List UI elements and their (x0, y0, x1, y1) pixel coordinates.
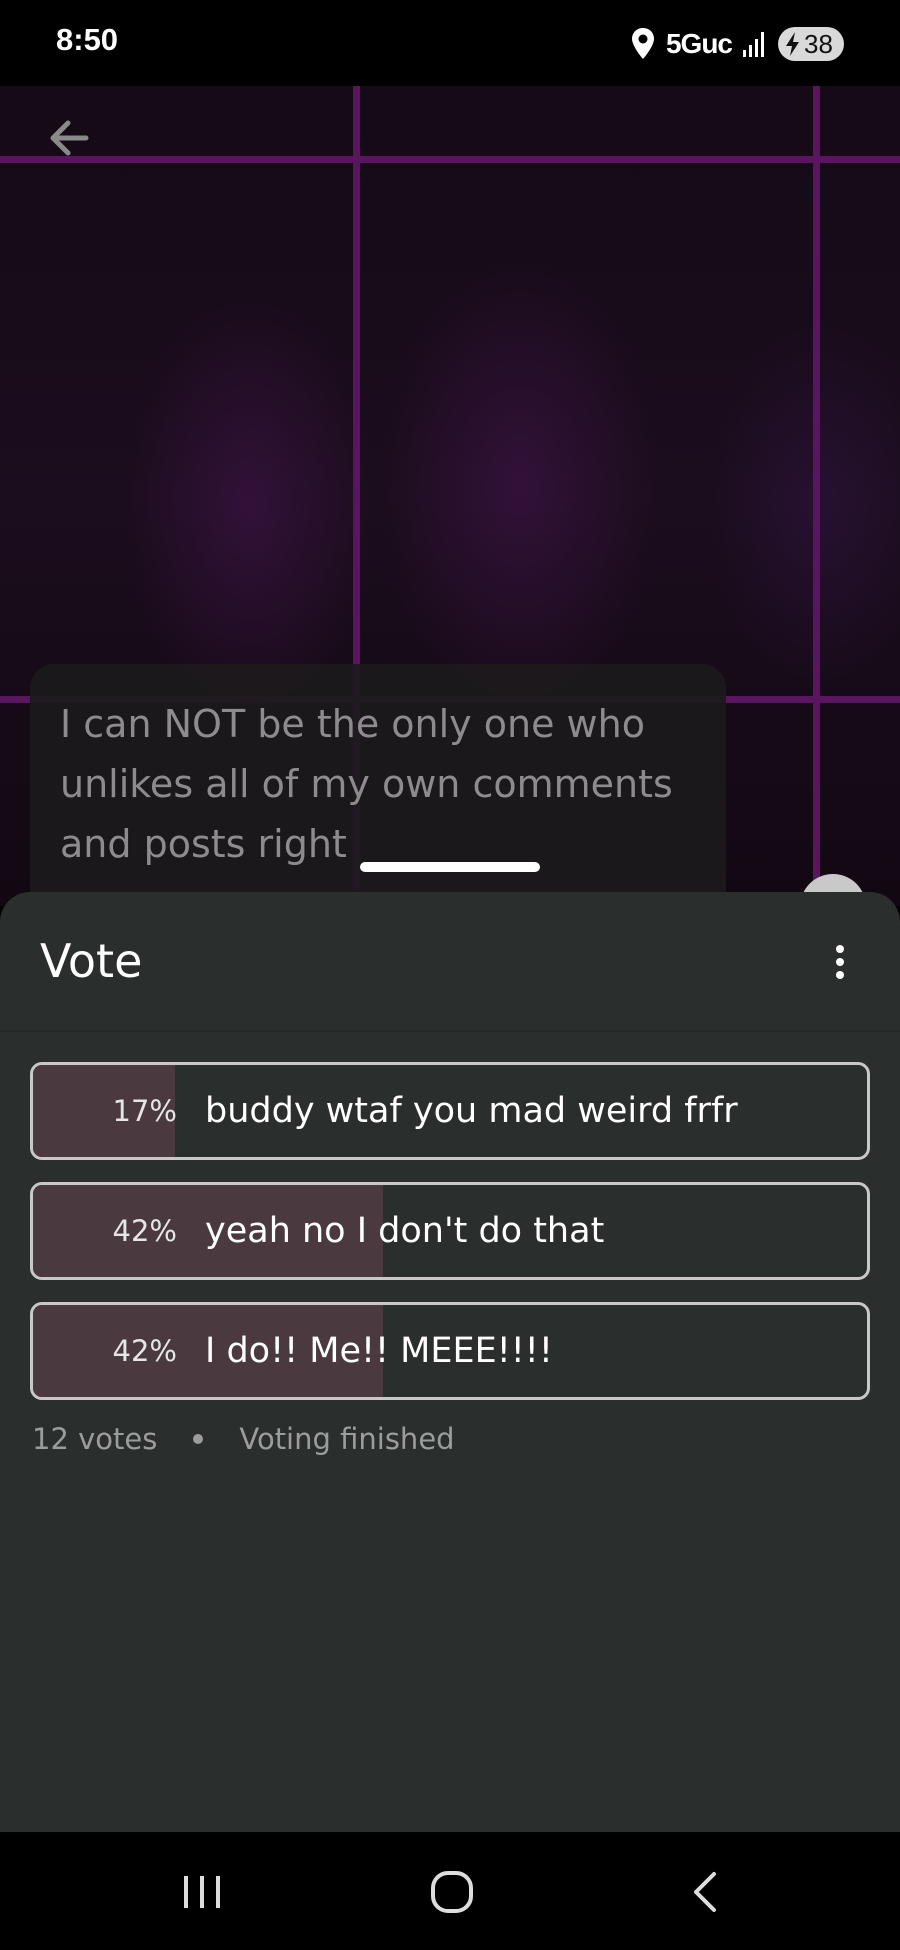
poll-option-label: buddy wtaf you mad weird frfr (205, 1091, 738, 1131)
poll-option[interactable]: 17% buddy wtaf you mad weird frfr (30, 1062, 870, 1160)
vote-count: 12 votes (32, 1422, 158, 1456)
status-bar: 8:50 5Guc 38 (0, 0, 900, 86)
sheet-header: Vote (0, 892, 900, 1032)
status-time: 8:50 (56, 22, 119, 57)
grid-line (0, 156, 900, 163)
poll-option[interactable]: 42% yeah no I don't do that (30, 1182, 870, 1280)
grid-line (813, 86, 820, 906)
poll-option-label: yeah no I don't do that (205, 1211, 605, 1251)
location-icon (631, 28, 654, 59)
sheet-drag-handle[interactable] (360, 862, 540, 872)
more-options-button[interactable] (810, 932, 870, 992)
recents-icon[interactable] (172, 1862, 232, 1922)
network-label: 5Guc (665, 28, 733, 59)
poll-option-label: I do!! Me!! MEEE!!!! (205, 1331, 553, 1371)
poll-option[interactable]: 42% I do!! Me!! MEEE!!!! (30, 1302, 870, 1400)
home-icon[interactable] (422, 1862, 482, 1922)
poll-option-percent: 42% (112, 1334, 177, 1368)
signal-icon (743, 32, 764, 57)
more-vertical-icon (836, 945, 844, 979)
voting-status: Voting finished (239, 1422, 455, 1456)
poll-option-percent: 17% (112, 1094, 177, 1128)
battery-icon: 38 (778, 27, 844, 61)
system-nav-bar (0, 1832, 900, 1950)
post-text: I can NOT be the only one who unlikes al… (60, 702, 673, 866)
charging-bolt-icon (786, 32, 799, 56)
back-icon[interactable] (676, 1862, 736, 1922)
vote-sheet: Vote 17% buddy wtaf you mad weird frfr 4… (0, 892, 900, 1832)
post-card: I can NOT be the only one who unlikes al… (30, 664, 726, 924)
poll-option-percent: 42% (112, 1214, 177, 1248)
battery-level: 38 (804, 28, 833, 59)
sheet-title: Vote (40, 934, 143, 988)
poll-meta: 12 votes Voting finished (32, 1422, 455, 1456)
status-icons: 5Guc 38 (630, 24, 844, 64)
separator-dot (193, 1434, 204, 1444)
back-arrow-icon[interactable] (40, 108, 100, 168)
